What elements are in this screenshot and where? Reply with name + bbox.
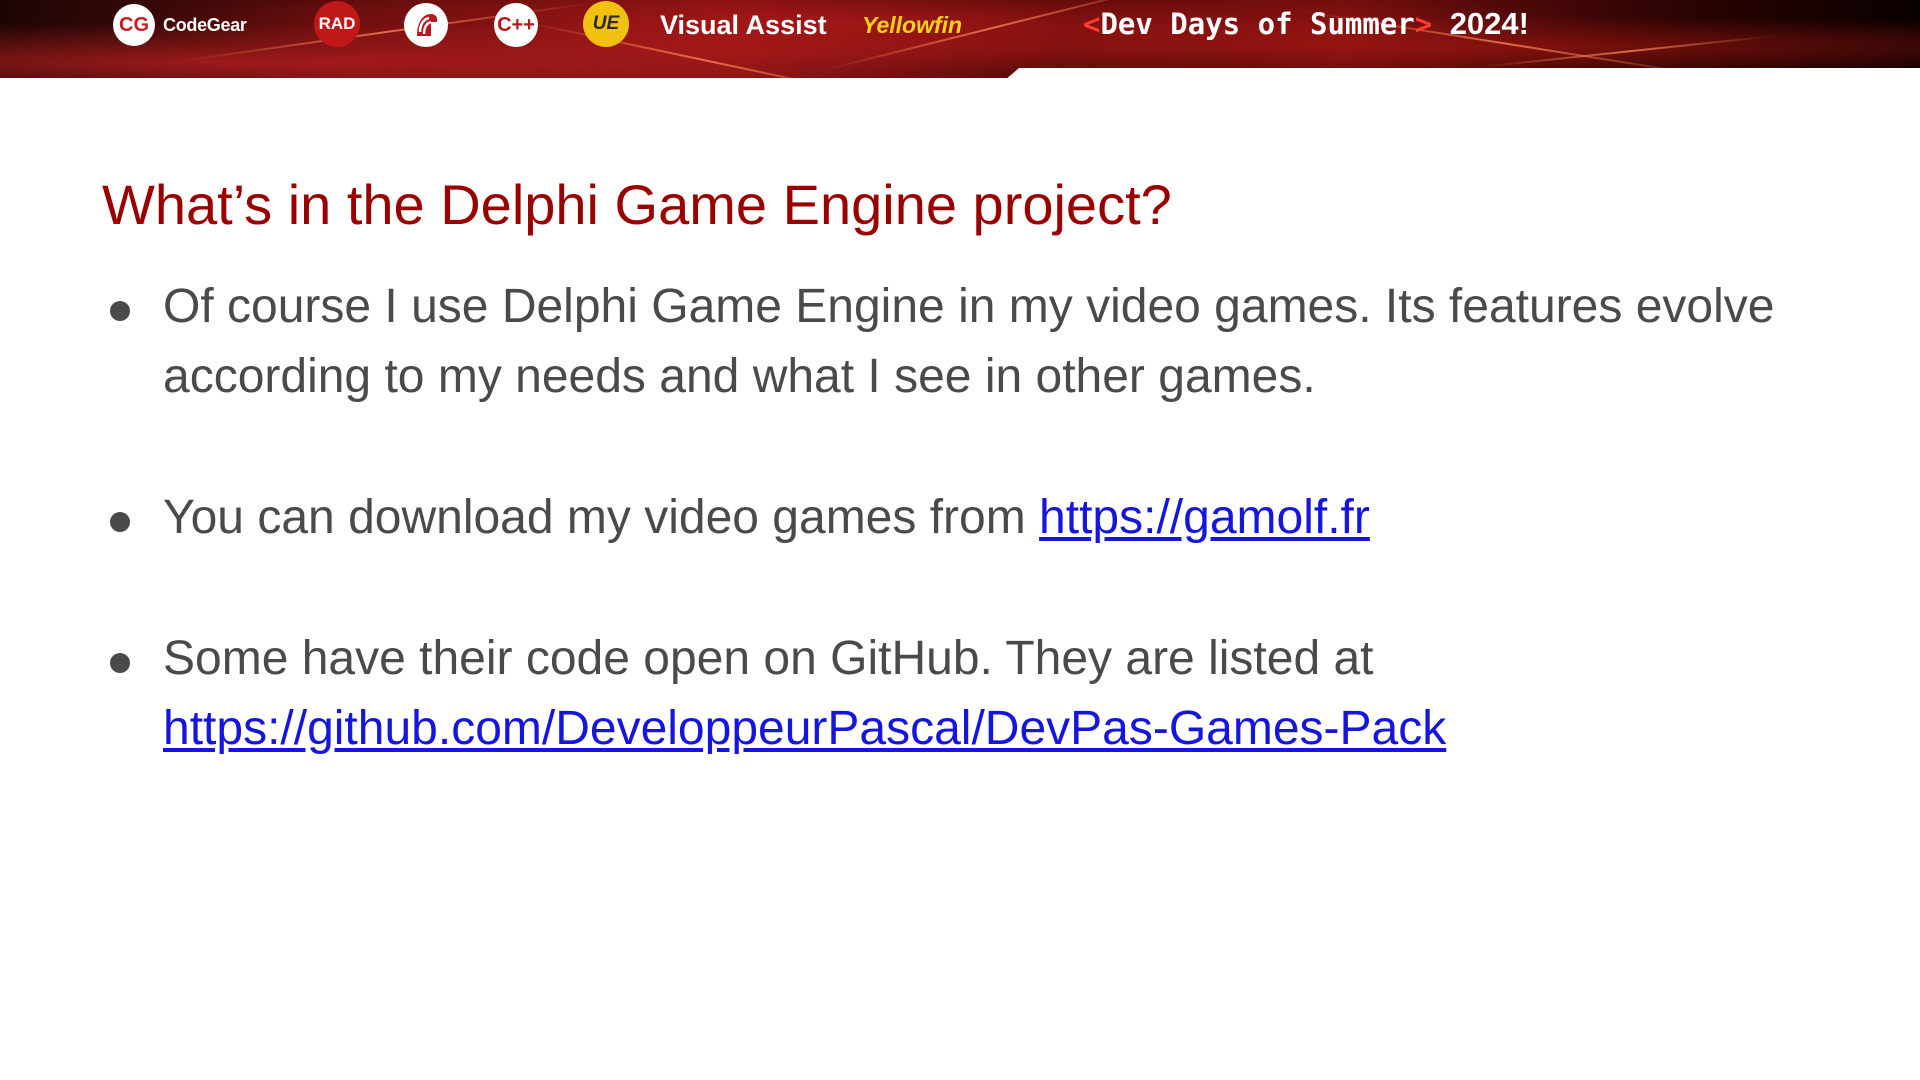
codegear-logo: CG CodeGear <box>113 4 247 46</box>
gamolf-link[interactable]: https://gamolf.fr <box>1039 491 1370 544</box>
visual-assist-logo: Visual Assist <box>660 10 827 41</box>
event-close-bracket: > <box>1414 7 1433 41</box>
bullet-dot <box>110 653 130 673</box>
ue-label: UE <box>592 13 620 34</box>
codegear-mark: CG <box>119 13 149 36</box>
bullet-item: Some have their code open on GitHub. The… <box>108 624 1868 764</box>
rad-label: RAD <box>318 14 356 33</box>
yellowfin-label: Yellowfin <box>862 12 963 38</box>
spartan-logo <box>404 3 448 47</box>
cpp-icon: C++ <box>494 3 538 47</box>
codegear-label: CodeGear <box>163 14 247 35</box>
header-banner: CG CodeGear RAD C++ UE Visual Assist Yel… <box>0 0 1920 78</box>
slide-title: What’s in the Delphi Game Engine project… <box>102 173 1172 236</box>
bullet-list: Of course I use Delphi Game Engine in my… <box>108 272 1868 764</box>
bullet-item: Of course I use Delphi Game Engine in my… <box>108 272 1868 412</box>
event-title: <Dev Days of Summer> 2024! <box>1083 6 1529 42</box>
bullet-text: Of course I use Delphi Game Engine in my… <box>163 280 1775 403</box>
bullet-text: You can download my video games from <box>163 491 1040 544</box>
visual-assist-label: Visual Assist <box>660 10 827 40</box>
bullet-dot <box>110 301 130 321</box>
rad-icon: RAD <box>314 1 360 47</box>
bullet-item: You can download my video games from htt… <box>108 483 1868 553</box>
cpp-logo: C++ <box>494 3 538 47</box>
banner-edge <box>1005 68 1920 80</box>
spartan-helmet-icon <box>404 3 448 47</box>
event-year: 2024! <box>1449 6 1529 41</box>
yellowfin-logo: Yellowfin <box>862 12 962 39</box>
bullet-dot <box>110 512 130 532</box>
event-open-bracket: < <box>1083 7 1101 41</box>
ue-icon: UE <box>583 1 629 47</box>
codegear-icon: CG <box>113 4 155 46</box>
ue-logo: UE <box>583 1 629 47</box>
event-name: Dev Days of Summer <box>1100 7 1415 41</box>
rad-logo: RAD <box>314 1 360 47</box>
bullet-text: Some have their code open on GitHub. The… <box>163 632 1374 685</box>
github-games-pack-link[interactable]: https://github.com/DeveloppeurPascal/Dev… <box>163 702 1446 755</box>
cpp-label: C++ <box>497 13 535 36</box>
